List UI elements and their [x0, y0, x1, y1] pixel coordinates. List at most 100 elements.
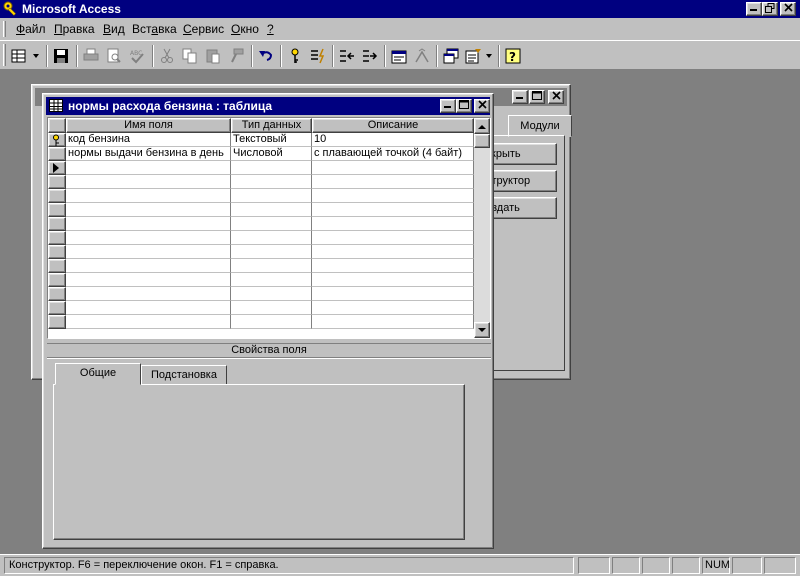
grid-corner[interactable] [48, 118, 66, 133]
data-type-cell[interactable] [231, 301, 312, 315]
menu-window[interactable]: Окно [231, 22, 259, 36]
cut-button[interactable] [156, 46, 178, 66]
format-painter-button[interactable] [225, 46, 247, 66]
menu-help[interactable]: ? [267, 22, 274, 36]
data-type-cell[interactable] [231, 217, 312, 231]
properties-divider[interactable] [47, 357, 491, 359]
table-design-title-bar[interactable]: нормы расхода бензина : таблица [46, 97, 490, 115]
row-selector[interactable] [48, 203, 66, 217]
build-button[interactable] [411, 46, 433, 66]
menu-grip[interactable] [3, 21, 6, 37]
description-cell[interactable] [312, 273, 474, 287]
menu-insert[interactable]: Вставка [132, 22, 177, 36]
row-selector[interactable] [48, 259, 66, 273]
data-type-cell[interactable] [231, 273, 312, 287]
delete-rows-button[interactable] [359, 46, 381, 66]
close-button[interactable] [780, 2, 796, 16]
row-selector[interactable] [48, 273, 66, 287]
print-button[interactable] [80, 46, 102, 66]
field-name-cell[interactable] [66, 287, 231, 301]
description-cell[interactable] [312, 245, 474, 259]
field-name-cell[interactable] [66, 301, 231, 315]
menu-edit[interactable]: Правка [54, 22, 95, 36]
field-name-cell[interactable] [66, 273, 231, 287]
toolbar-grip[interactable] [3, 44, 6, 66]
description-cell[interactable] [312, 189, 474, 203]
field-name-cell[interactable] [66, 175, 231, 189]
design-maximize-button[interactable] [456, 99, 472, 113]
scroll-up-button[interactable] [474, 118, 490, 134]
db-minimize-button[interactable] [512, 90, 528, 104]
menu-view[interactable]: Вид [103, 22, 125, 36]
restore-button[interactable] [762, 2, 778, 16]
view-button[interactable] [9, 46, 43, 66]
description-cell[interactable]: с плавающей точкой (4 байт) [312, 147, 474, 161]
menu-tools[interactable]: Сервис [183, 22, 224, 36]
row-selector[interactable] [48, 147, 66, 161]
row-selector[interactable] [48, 175, 66, 189]
data-type-cell[interactable] [231, 189, 312, 203]
data-type-cell[interactable] [231, 231, 312, 245]
print-preview-button[interactable] [103, 46, 125, 66]
spelling-button[interactable]: ABC [126, 46, 148, 66]
row-selector[interactable] [48, 315, 66, 329]
row-selector[interactable] [48, 231, 66, 245]
undo-button[interactable] [255, 46, 277, 66]
field-name-cell[interactable]: нормы выдачи бензина в день [66, 147, 231, 161]
description-cell[interactable] [312, 175, 474, 189]
description-cell[interactable] [312, 287, 474, 301]
design-close-button[interactable] [474, 99, 490, 113]
data-type-cell[interactable]: Текстовый [231, 133, 312, 147]
data-type-cell[interactable] [231, 161, 312, 175]
tab-modules[interactable]: Модули [508, 115, 572, 137]
data-type-cell[interactable] [231, 259, 312, 273]
description-cell[interactable] [312, 161, 474, 175]
row-selector[interactable] [48, 287, 66, 301]
primary-key-button[interactable] [284, 46, 306, 66]
row-selector[interactable] [48, 217, 66, 231]
field-name-cell[interactable] [66, 189, 231, 203]
db-maximize-button[interactable] [529, 90, 545, 104]
field-name-cell[interactable] [66, 245, 231, 259]
tab-lookup[interactable]: Подстановка [141, 365, 227, 385]
column-header-description[interactable]: Описание [312, 118, 474, 133]
field-name-cell[interactable] [66, 217, 231, 231]
data-type-cell[interactable]: Числовой [231, 147, 312, 161]
field-name-cell[interactable] [66, 259, 231, 273]
office-assistant-button[interactable]: ? [502, 46, 524, 66]
data-type-cell[interactable] [231, 245, 312, 259]
app-title-bar[interactable]: Microsoft Access [0, 0, 800, 18]
data-type-cell[interactable] [231, 175, 312, 189]
scroll-thumb[interactable] [474, 134, 490, 148]
paste-button[interactable] [202, 46, 224, 66]
description-cell[interactable] [312, 301, 474, 315]
data-type-cell[interactable] [231, 203, 312, 217]
properties-button[interactable] [388, 46, 410, 66]
row-selector-current[interactable] [48, 161, 66, 175]
description-cell[interactable] [312, 231, 474, 245]
row-selector[interactable] [48, 301, 66, 315]
description-cell[interactable]: 10 [312, 133, 474, 147]
field-name-cell[interactable] [66, 203, 231, 217]
scroll-down-button[interactable] [474, 322, 490, 338]
field-name-cell[interactable]: код бензина [66, 133, 231, 147]
minimize-button[interactable] [746, 2, 762, 16]
save-button[interactable] [50, 46, 72, 66]
copy-button[interactable] [179, 46, 201, 66]
field-name-cell[interactable] [66, 161, 231, 175]
field-name-cell[interactable] [66, 231, 231, 245]
column-header-data-type[interactable]: Тип данных [231, 118, 312, 133]
row-selector[interactable] [48, 189, 66, 203]
table-design-window[interactable]: нормы расхода бензина : таблица Имя поля… [42, 93, 494, 549]
field-name-cell[interactable] [66, 315, 231, 329]
db-close-button[interactable] [548, 90, 564, 104]
new-object-button[interactable] [463, 46, 495, 66]
tab-general[interactable]: Общие [55, 363, 141, 385]
data-type-cell[interactable] [231, 287, 312, 301]
row-selector[interactable] [48, 245, 66, 259]
indexes-button[interactable] [307, 46, 329, 66]
insert-rows-button[interactable] [336, 46, 358, 66]
column-header-field-name[interactable]: Имя поля [66, 118, 231, 133]
description-cell[interactable] [312, 203, 474, 217]
description-cell[interactable] [312, 259, 474, 273]
